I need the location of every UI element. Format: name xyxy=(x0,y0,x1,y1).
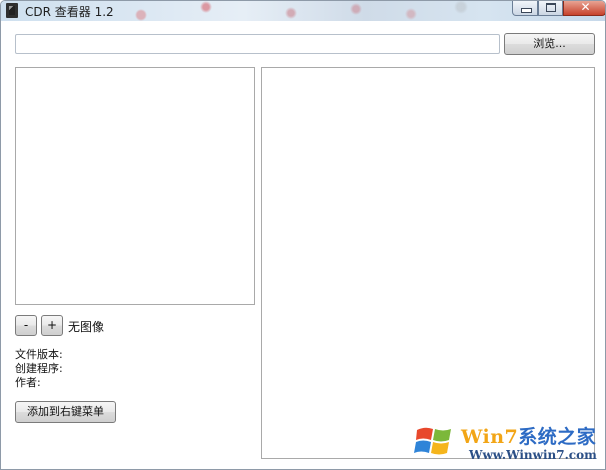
add-to-context-menu-button[interactable]: 添加到右键菜单 xyxy=(15,401,116,423)
close-icon: ✕ xyxy=(580,0,591,14)
file-version-label: 文件版本: xyxy=(15,348,63,361)
browse-button[interactable]: 浏览... xyxy=(504,33,595,55)
maximize-button[interactable] xyxy=(538,1,563,16)
image-status-text: 无图像 xyxy=(68,320,105,334)
zoom-in-button[interactable]: + xyxy=(41,315,63,336)
preview-panel xyxy=(261,67,595,459)
minimize-icon xyxy=(521,8,532,13)
file-path-input[interactable] xyxy=(15,34,500,54)
author-label: 作者: xyxy=(15,376,41,389)
close-button[interactable]: ✕ xyxy=(563,0,605,16)
maximize-icon xyxy=(546,3,556,12)
zoom-out-button[interactable]: - xyxy=(15,315,37,336)
creator-label: 创建程序: xyxy=(15,362,63,375)
cdr-viewer-window: CDR 查看器 1.2 ✕ 浏览... - + 无图像 文件版本: 创建程序: … xyxy=(0,0,606,470)
cdr-app-icon[interactable] xyxy=(6,3,18,18)
thumbnail-panel xyxy=(15,67,255,305)
title-bar[interactable]: CDR 查看器 1.2 ✕ xyxy=(1,0,605,21)
window-title: CDR 查看器 1.2 xyxy=(25,5,114,19)
minimize-button[interactable] xyxy=(512,1,538,16)
